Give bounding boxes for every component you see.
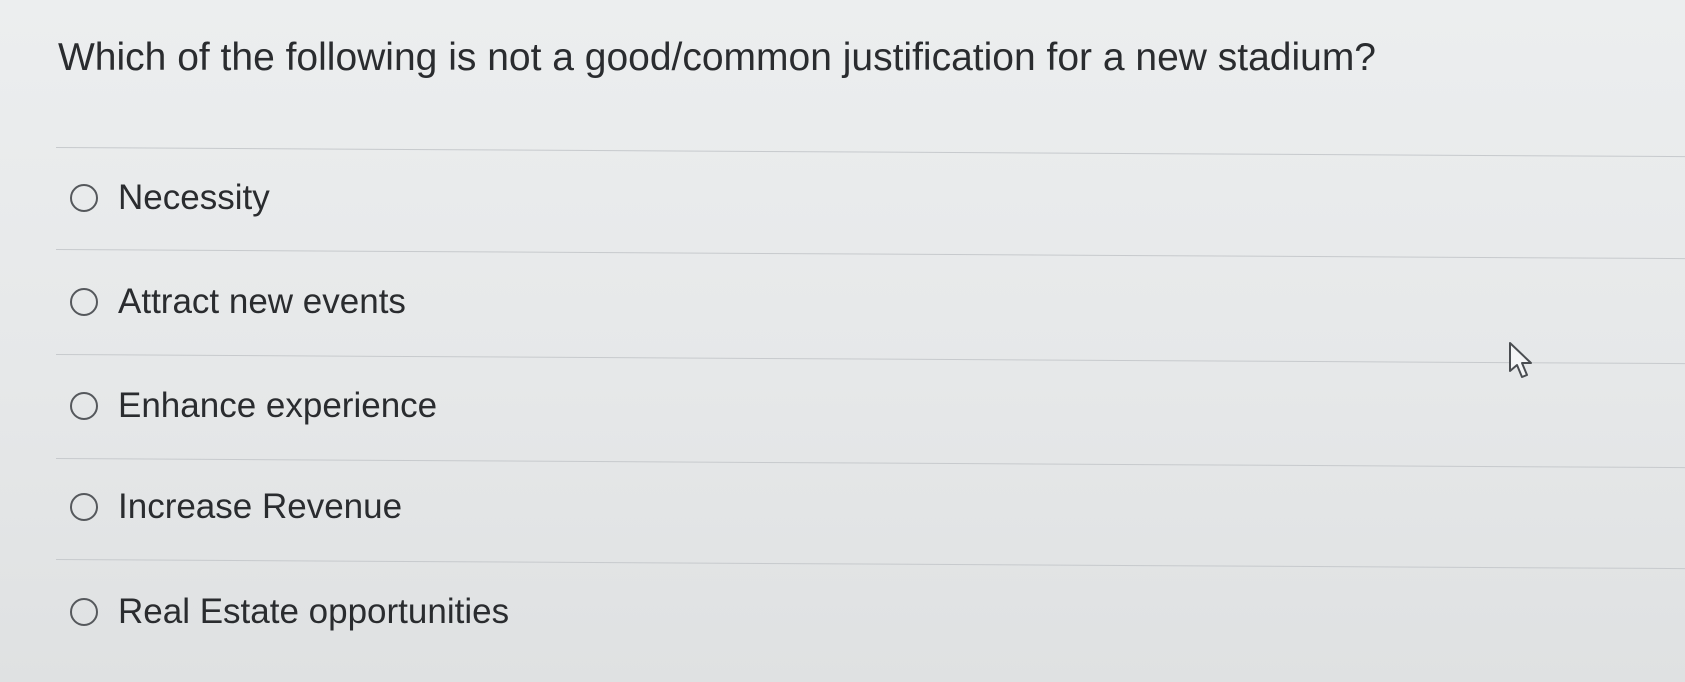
quiz-page: Which of the following is not a good/com… xyxy=(0,0,1685,682)
divider xyxy=(55,458,1685,469)
divider xyxy=(55,559,1685,570)
divider xyxy=(55,249,1685,260)
divider xyxy=(55,354,1685,365)
radio-button-icon[interactable] xyxy=(70,392,98,420)
option-label: Enhance experience xyxy=(118,386,438,425)
option-label: Necessity xyxy=(118,178,270,217)
radio-button-icon[interactable] xyxy=(70,598,98,626)
option-necessity[interactable]: Necessity xyxy=(70,176,270,220)
option-label: Real Estate opportunities xyxy=(118,592,510,631)
radio-button-icon[interactable] xyxy=(70,288,98,316)
option-label: Attract new events xyxy=(118,282,406,321)
option-enhance-experience[interactable]: Enhance experience xyxy=(70,384,437,428)
radio-button-icon[interactable] xyxy=(70,184,98,212)
option-label: Increase Revenue xyxy=(118,487,403,526)
divider xyxy=(55,147,1685,158)
option-real-estate-opportunities[interactable]: Real Estate opportunities xyxy=(70,590,509,634)
arrow-cursor-icon xyxy=(1509,342,1532,378)
question-text: Which of the following is not a good/com… xyxy=(58,36,1377,79)
option-attract-new-events[interactable]: Attract new events xyxy=(70,280,406,324)
radio-button-icon[interactable] xyxy=(70,493,98,521)
option-increase-revenue[interactable]: Increase Revenue xyxy=(70,485,402,529)
